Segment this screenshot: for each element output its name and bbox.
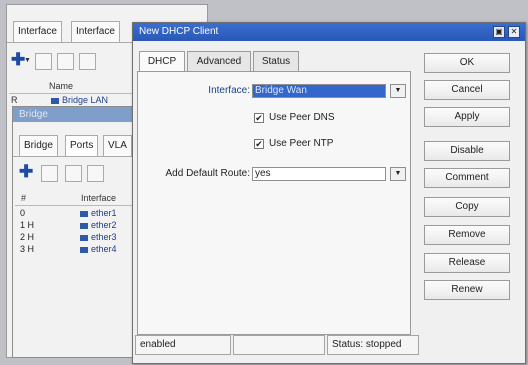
ethernet-icon bbox=[80, 222, 88, 229]
column-header-interface: Interface bbox=[81, 193, 117, 203]
bridge-remove-button[interactable] bbox=[41, 165, 58, 182]
maximize-icon: ▣ bbox=[495, 27, 503, 36]
plus-icon: ✚ bbox=[19, 162, 34, 181]
maximize-button[interactable]: ▣ bbox=[493, 26, 505, 38]
enable-button[interactable] bbox=[57, 53, 74, 70]
checkmark-icon: ✔ bbox=[255, 139, 263, 149]
interface-dropdown-button[interactable]: ▼ bbox=[390, 84, 406, 98]
disable-button[interactable]: Disable bbox=[424, 141, 510, 161]
renew-button[interactable]: Renew bbox=[424, 280, 510, 300]
interface-select[interactable]: Bridge Wan bbox=[252, 84, 386, 98]
checkmark-icon: ✔ bbox=[255, 113, 263, 123]
tab-bridge[interactable]: Bridge bbox=[19, 135, 58, 156]
chevron-down-icon: ▼ bbox=[394, 87, 402, 94]
tab-dhcp[interactable]: DHCP bbox=[139, 51, 185, 72]
ok-button[interactable]: OK bbox=[424, 53, 510, 73]
cancel-button[interactable]: Cancel bbox=[424, 80, 510, 100]
tab-ports[interactable]: Ports bbox=[65, 135, 99, 156]
use-peer-ntp-label: Use Peer NTP bbox=[269, 138, 334, 149]
add-button[interactable]: ✚ ▼ bbox=[11, 50, 31, 70]
tab-status[interactable]: Status bbox=[253, 51, 299, 71]
column-header-number: # bbox=[21, 193, 27, 203]
use-peer-ntp-checkbox[interactable]: ✔ bbox=[254, 139, 264, 149]
comment-button[interactable]: Comment bbox=[424, 168, 510, 188]
column-header-name: Name bbox=[49, 81, 74, 91]
copy-button[interactable]: Copy bbox=[424, 197, 510, 217]
status-blank bbox=[233, 335, 325, 355]
add-default-route-dropdown-button[interactable]: ▼ bbox=[390, 167, 406, 181]
add-default-route-select[interactable]: yes bbox=[252, 167, 386, 181]
tab-interface[interactable]: Interface bbox=[13, 21, 62, 42]
close-button[interactable]: ✕ bbox=[508, 26, 520, 38]
ethernet-icon bbox=[80, 246, 88, 253]
dialog-title: New DHCP Client bbox=[139, 26, 219, 37]
status-enabled: enabled bbox=[135, 335, 231, 355]
remove-button[interactable]: Remove bbox=[424, 225, 510, 245]
use-peer-dns-label: Use Peer DNS bbox=[269, 112, 335, 123]
bridge-add-button[interactable]: ✚ bbox=[19, 162, 36, 182]
tab-interface-2[interactable]: Interface bbox=[71, 21, 120, 42]
ethernet-icon bbox=[80, 210, 88, 217]
bridge-enable-button[interactable] bbox=[65, 165, 82, 182]
disable-button[interactable] bbox=[79, 53, 96, 70]
chevron-down-icon: ▼ bbox=[394, 170, 402, 177]
status-text: Status: stopped bbox=[327, 335, 419, 355]
remove-button[interactable] bbox=[35, 53, 52, 70]
tab-vlan[interactable]: VLA bbox=[103, 135, 132, 156]
tab-advanced[interactable]: Advanced bbox=[187, 51, 251, 71]
list-item[interactable]: Bridge LAN bbox=[51, 95, 108, 105]
dhcp-client-dialog: New DHCP Client ▣ ✕ DHCP Advanced Status… bbox=[132, 22, 526, 364]
ethernet-icon bbox=[80, 234, 88, 241]
row-flag: R bbox=[11, 95, 18, 105]
dialog-title-bar: New DHCP Client ▣ ✕ bbox=[133, 23, 525, 41]
add-default-route-label: Add Default Route: bbox=[165, 168, 251, 179]
bridge-disable-button[interactable] bbox=[87, 165, 104, 182]
use-peer-dns-checkbox[interactable]: ✔ bbox=[254, 113, 264, 123]
dhcp-tab-panel: Interface: Bridge Wan ▼ ✔ Use Peer DNS ✔… bbox=[137, 71, 411, 335]
bridge-icon bbox=[51, 97, 59, 104]
release-button[interactable]: Release bbox=[424, 253, 510, 273]
chevron-down-icon: ▼ bbox=[24, 57, 31, 64]
close-icon: ✕ bbox=[510, 27, 518, 36]
apply-button[interactable]: Apply bbox=[424, 107, 510, 127]
interface-label: Interface: bbox=[208, 85, 250, 96]
